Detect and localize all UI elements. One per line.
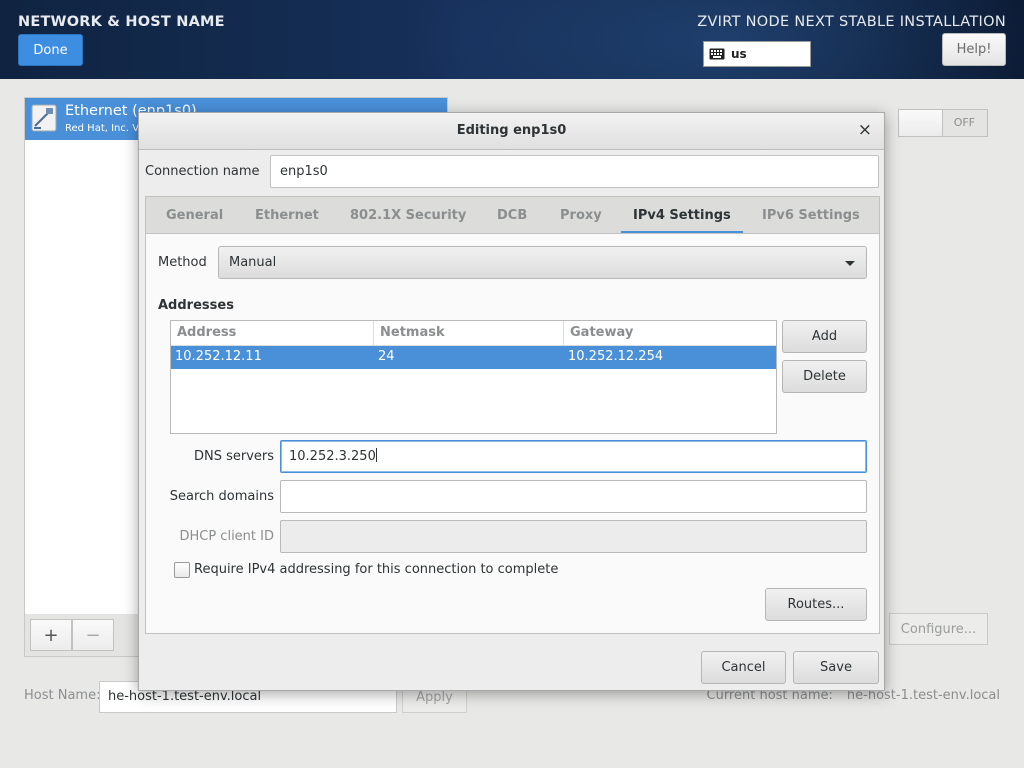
ethernet-icon: [31, 104, 57, 132]
spoke-title: NETWORK & HOST NAME: [18, 14, 225, 30]
ipv4-settings-panel: Method Manual Addresses Address Netmask …: [145, 233, 880, 634]
save-button[interactable]: Save: [793, 651, 879, 684]
device-vendor: Red Hat, Inc. V: [65, 123, 140, 134]
dns-servers-label: DNS servers: [193, 449, 274, 464]
require-ipv4-label[interactable]: Require IPv4 addressing for this connect…: [194, 562, 558, 577]
dialog-titlebar: Editing enp1s0 ×: [139, 113, 884, 150]
top-bar: NETWORK & HOST NAME Done ZVIRT NODE NEXT…: [0, 0, 1024, 79]
search-domains-input[interactable]: [280, 480, 867, 513]
keyboard-icon: [709, 48, 725, 60]
settings-tabs: General Ethernet 802.1X Security DCB Pro…: [145, 196, 880, 234]
dhcp-client-id-label: DHCP client ID: [179, 529, 274, 544]
keyboard-layout-label: us: [731, 47, 747, 61]
remove-device-button[interactable]: −: [72, 619, 114, 651]
toggle-knob: [899, 110, 943, 136]
configure-button[interactable]: Configure...: [889, 613, 988, 645]
dns-servers-input[interactable]: 10.252.3.250: [280, 440, 867, 473]
tab-ipv4-settings[interactable]: IPv4 Settings: [621, 197, 743, 234]
search-domains-label: Search domains: [169, 489, 274, 504]
toggle-state-label: OFF: [953, 116, 975, 129]
routes-button[interactable]: Routes...: [765, 588, 867, 621]
text-cursor: [375, 448, 377, 462]
dialog-title: Editing enp1s0: [456, 123, 567, 138]
cell-gateway[interactable]: 10.252.12.254: [564, 349, 663, 364]
done-button[interactable]: Done: [18, 34, 83, 66]
close-icon[interactable]: ×: [858, 120, 872, 140]
column-gateway[interactable]: Gateway: [564, 325, 633, 340]
cell-address[interactable]: 10.252.12.11: [171, 349, 262, 364]
addresses-table[interactable]: Address Netmask Gateway 10.252.12.11 24 …: [170, 320, 777, 434]
device-toggle-switch[interactable]: OFF: [898, 109, 988, 137]
tab-dcb[interactable]: DCB: [497, 197, 527, 234]
method-label: Method: [158, 255, 207, 270]
column-address[interactable]: Address: [171, 325, 236, 340]
cell-netmask[interactable]: 24: [374, 349, 395, 364]
delete-address-button[interactable]: Delete: [782, 360, 867, 393]
tab-ethernet[interactable]: Ethernet: [255, 197, 319, 234]
tab-ipv6-settings[interactable]: IPv6 Settings: [762, 197, 860, 234]
cancel-button[interactable]: Cancel: [701, 651, 786, 684]
column-netmask[interactable]: Netmask: [374, 325, 445, 340]
host-name-label: Host Name:: [24, 688, 101, 703]
dns-servers-value: 10.252.3.250: [289, 449, 376, 464]
table-row[interactable]: 10.252.12.11 24 10.252.12.254: [171, 346, 776, 369]
addresses-table-header: Address Netmask Gateway: [171, 321, 776, 346]
require-ipv4-checkbox[interactable]: [174, 562, 190, 578]
tab-8021x-security[interactable]: 802.1X Security: [350, 197, 466, 234]
method-value: Manual: [229, 255, 277, 270]
method-dropdown[interactable]: Manual: [218, 246, 867, 279]
product-title: ZVIRT NODE NEXT STABLE INSTALLATION: [697, 14, 1006, 30]
keyboard-layout-indicator[interactable]: us: [703, 41, 811, 67]
tab-proxy[interactable]: Proxy: [560, 197, 602, 234]
edit-connection-dialog: Editing enp1s0 × Connection name enp1s0 …: [138, 112, 885, 691]
chevron-down-icon: [845, 261, 855, 266]
addresses-heading: Addresses: [158, 298, 234, 313]
add-device-button[interactable]: +: [30, 619, 72, 651]
dhcp-client-id-input[interactable]: [280, 520, 867, 553]
connection-name-input[interactable]: enp1s0: [270, 155, 879, 188]
connection-name-label: Connection name: [145, 164, 260, 179]
help-button[interactable]: Help!: [942, 33, 1006, 66]
tab-general[interactable]: General: [166, 197, 223, 234]
add-address-button[interactable]: Add: [782, 320, 867, 353]
